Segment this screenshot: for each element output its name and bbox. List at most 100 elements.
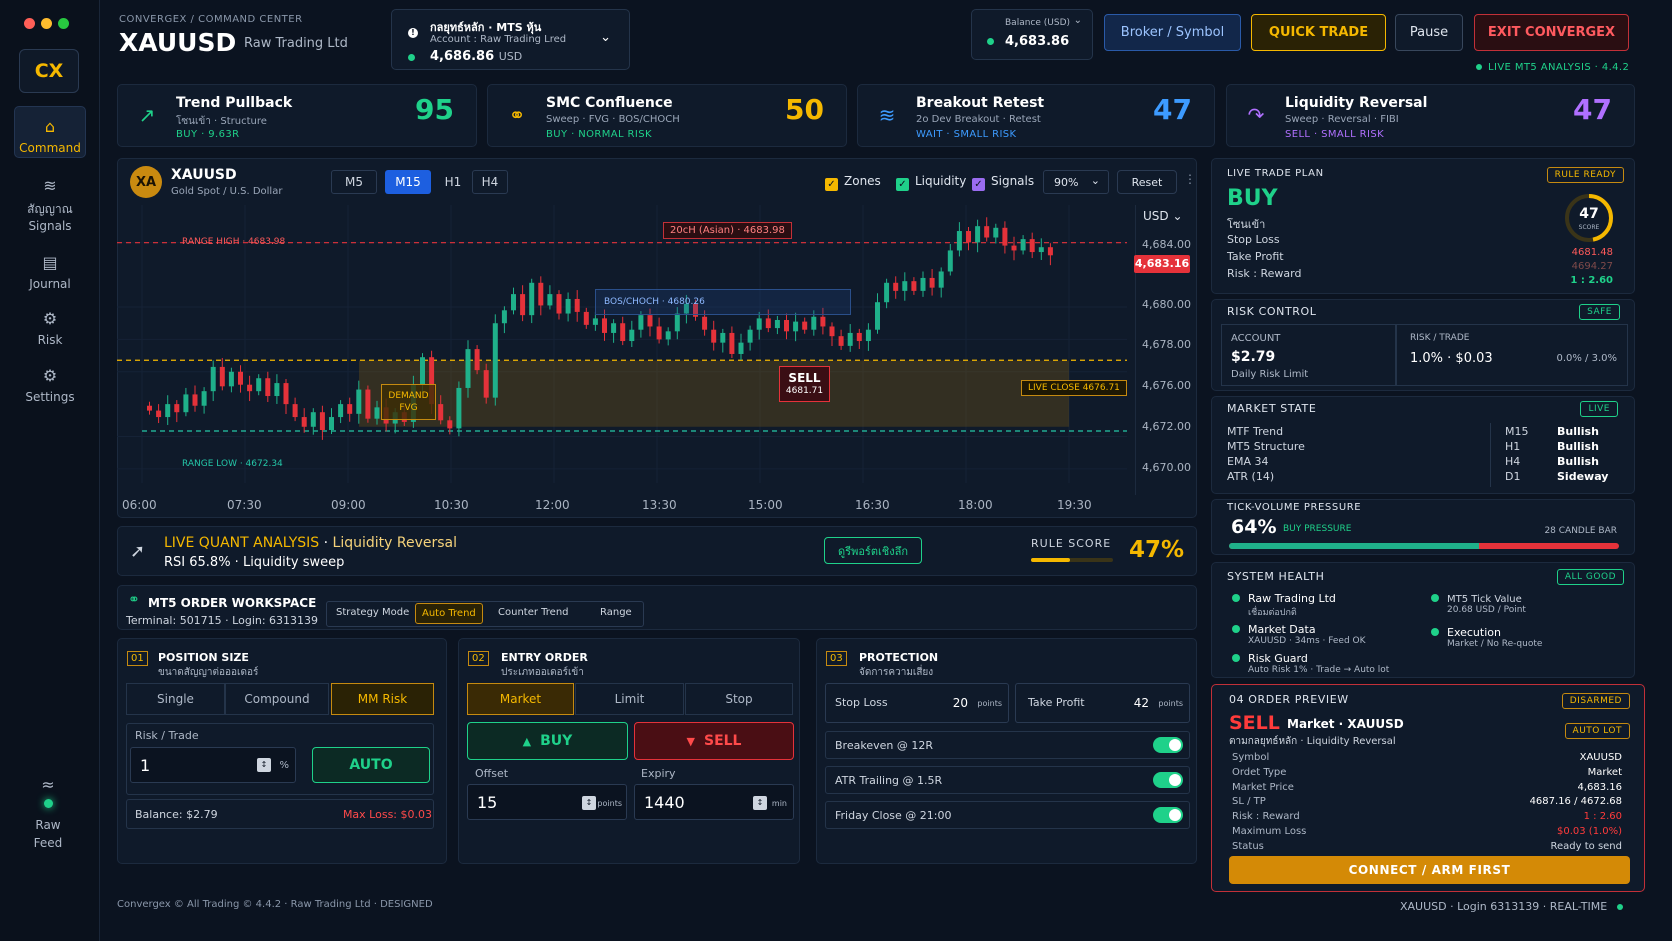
account-selector[interactable]: ! กลยุทธ์หลัก · MTS หุ้น Account : Raw T… [391,9,630,70]
strategy-sub: โซนเข้า · Structure [176,116,267,127]
account-balance: 4,686.86 USD [430,49,522,64]
toggle-zones[interactable]: ✓ Zones [825,174,881,191]
candle-body [520,294,526,316]
tab-entry-stop[interactable]: Stop [685,683,793,715]
stop-loss-label: Stop Loss [835,696,888,709]
strategy-card-trend-pullback[interactable]: ↗ Trend Pullback โซนเข้า · Structure BUY… [117,84,477,147]
price-chart[interactable] [117,205,1137,495]
candle-body [501,310,507,324]
stepper-icon[interactable]: ↕ [582,796,596,810]
candle-body [711,329,717,343]
candle-body [865,329,871,342]
candle-body [756,318,762,330]
strategy-score: 95 [415,93,454,126]
traffic-lights [24,18,69,32]
candle-body [192,394,198,406]
stop-loss-value: 20 [952,696,968,710]
section-title: PROTECTION [859,651,939,664]
sidebar: CX ⌂ Command ≋ สัญญาณ Signals ▤ Journal … [0,0,100,941]
candle-body [829,326,835,337]
minimize-dot-icon[interactable] [41,18,52,29]
broker-symbol-button[interactable]: Broker / Symbol [1104,14,1241,51]
candle-body [474,349,480,371]
tab-mode-strategy[interactable]: Strategy Mode [336,607,409,618]
friday-close-label: Friday Close @ 21:00 [835,809,952,822]
more-icon[interactable]: ⋮ [1184,172,1196,186]
sidebar-item-command[interactable]: ⌂ Command [14,106,86,158]
candle-body [956,231,962,251]
connect-arm-button[interactable]: CONNECT / ARM FIRST [1229,856,1630,884]
risk-trade-input[interactable]: 1 ↕ % [130,747,296,783]
stop-loss-row-label: Stop Loss [1227,233,1280,246]
tab-timeframe-h4[interactable]: H4 [472,170,508,194]
toggle-liquidity[interactable]: ✓ Liquidity [896,174,966,191]
reset-button[interactable]: Reset [1117,170,1177,194]
expiry-input[interactable]: 1440 ↕ min [634,784,794,820]
candle-body [802,321,808,330]
sell-signal-marker[interactable]: SELL 4681.71 [779,366,830,402]
feed-dot-icon [43,799,53,808]
app-logo[interactable]: CX [19,49,79,93]
candle-body [165,404,171,418]
strategy-card-liquidity-reversal[interactable]: ↷ Liquidity Reversal Sweep · Reversal · … [1226,84,1635,147]
zoom-select[interactable]: 90% ⌄ [1043,170,1109,194]
home-icon: ⌂ [44,117,56,136]
sidebar-item-sublabel: Signals [28,219,72,233]
candle-body [147,405,152,411]
candle-body [747,329,753,343]
status-dot-icon [408,54,415,61]
stepper-icon[interactable]: ↕ [753,796,767,810]
candle-body [984,226,990,238]
maximize-dot-icon[interactable] [58,18,69,29]
buy-button[interactable]: ▲ BUY [467,722,628,760]
stepper-icon[interactable]: ↕ [257,758,271,772]
candle-body [256,378,262,392]
status-dot-icon [1232,625,1240,633]
tab-timeframe-m5[interactable]: M5 [331,170,377,194]
friday-close-toggle[interactable] [1153,807,1183,823]
atr-trailing-toggle[interactable] [1153,772,1183,788]
stop-loss-input[interactable]: Stop Loss 20 points [825,683,1009,723]
preview-value: 4687.16 / 4672.68 [1529,796,1622,807]
auto-lot-badge[interactable]: AUTO LOT [1564,723,1630,739]
strategy-card-smc-confluence[interactable]: ⚭ SMC Confluence Sweep · FVG · BOS/CHOCH… [487,84,847,147]
candle-body [765,318,771,329]
candle-body [1047,247,1053,256]
toggle-signals[interactable]: ✓ Signals [972,174,1034,191]
tab-entry-limit[interactable]: Limit [575,683,684,715]
sidebar-item-journal[interactable]: ▤ Journal [14,253,86,291]
tab-timeframe-h1[interactable]: H1 [436,170,470,194]
tab-position-mm-risk[interactable]: MM Risk [331,683,434,715]
sidebar-item-settings[interactable]: ⚙ Settings [14,366,86,404]
risk-trade-amount: 1.0% · $0.03 [1410,351,1493,366]
candle-body [511,294,516,311]
deep-report-button[interactable]: ดูรีพอร์ตเชิงลึก [824,537,922,564]
candle-body [365,389,371,419]
quick-trade-button[interactable]: QUICK TRADE [1251,14,1386,51]
exit-button[interactable]: EXIT CONVERGEX [1474,14,1629,51]
take-profit-input[interactable]: Take Profit 42 points [1015,683,1190,723]
tab-mode-auto-trend[interactable]: Auto Trend [415,603,483,624]
tab-entry-market[interactable]: Market [467,683,574,715]
strategy-card-breakout-retest[interactable]: ≋ Breakout Retest 2o Dev Breakout · Rete… [857,84,1215,147]
tab-position-compound[interactable]: Compound [225,683,329,715]
live-badge: LIVE [1580,401,1618,417]
pause-button[interactable]: Pause [1395,14,1463,51]
offset-input[interactable]: 15 ↕ points [467,784,627,820]
auto-risk-button[interactable]: AUTO [312,747,430,783]
close-dot-icon[interactable] [24,18,35,29]
tab-mode-counter-trend[interactable]: Counter Trend [498,607,569,618]
balance-box[interactable]: Balance (USD) ⌄ 4,683.86 [971,9,1093,60]
currency-select[interactable]: USD ⌄ [1143,209,1183,223]
sidebar-item-signals[interactable]: ≋ สัญญาณ Signals [14,176,86,233]
tab-mode-range[interactable]: Range [600,607,632,618]
health-item-title: Execution [1447,626,1501,639]
tab-timeframe-m15[interactable]: M15 [385,170,431,194]
sell-button[interactable]: ▼ SELL [634,722,794,760]
link-icon: ⚭ [508,103,526,127]
checkbox-checked-icon: ✓ [825,178,838,191]
section-title: POSITION SIZE [158,651,249,664]
breakeven-toggle[interactable] [1153,737,1183,753]
tab-position-single[interactable]: Single [126,683,225,715]
sidebar-item-risk[interactable]: ⚙ Risk [14,309,86,347]
